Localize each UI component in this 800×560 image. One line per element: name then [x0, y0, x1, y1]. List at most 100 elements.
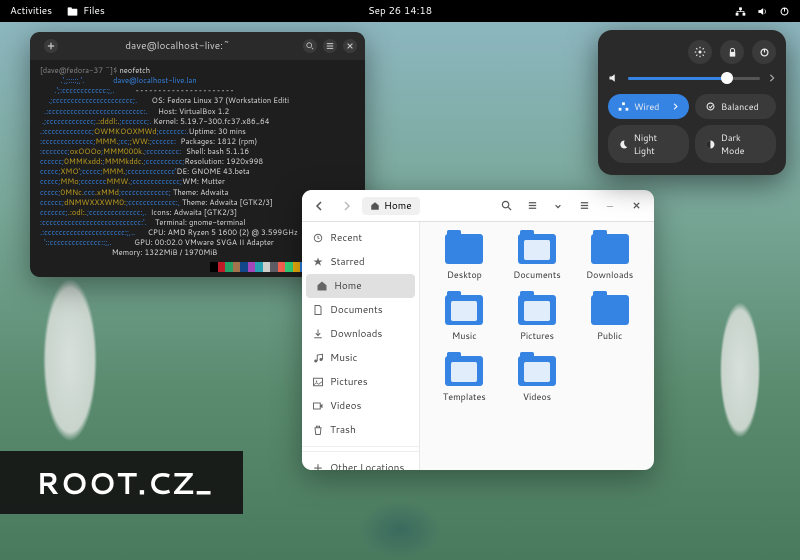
terminal-title: dave@localhost-live:~	[58, 39, 297, 53]
folder-videos[interactable]: Videos	[505, 356, 570, 403]
sidebar-item-pictures[interactable]: Pictures	[302, 370, 419, 394]
balanced-icon	[705, 101, 716, 112]
moon-icon	[618, 139, 629, 150]
folder-icon	[445, 356, 483, 386]
sidebar-item-label: Documents	[330, 303, 383, 317]
quick-settings-panel: Wired Balanced Night Light Dark Mode	[598, 30, 786, 175]
folder-icon	[591, 295, 629, 325]
pic-icon	[312, 376, 324, 388]
files-window[interactable]: Home – Recent Starred Home Documents Downloa…	[302, 190, 654, 470]
files-content[interactable]: Desktop Documents Downloads Music Pictures Pu…	[420, 190, 654, 470]
home-icon	[316, 280, 328, 292]
folder-label: Desktop	[447, 268, 482, 281]
network-icon	[618, 101, 629, 112]
files-headerbar: Home –	[302, 190, 654, 222]
folder-label: Pictures	[520, 329, 554, 342]
volume-icon	[608, 72, 620, 84]
sidebar-item-label: Starred	[330, 255, 365, 269]
folder-label: Downloads	[586, 268, 633, 281]
clock[interactable]: Sep 26 14:18	[368, 4, 432, 18]
folder-icon	[445, 234, 483, 264]
chevron-right-icon[interactable]	[768, 73, 776, 83]
search-button[interactable]	[303, 39, 317, 53]
back-button[interactable]	[310, 196, 330, 216]
sidebar-item-other-locations[interactable]: Other Locations	[302, 456, 419, 470]
folder-documents[interactable]: Documents	[505, 234, 570, 281]
star-icon	[312, 256, 324, 268]
sidebar-item-home[interactable]: Home	[306, 274, 415, 298]
chevron-right-icon	[672, 102, 679, 111]
folder-icon	[518, 234, 556, 264]
path-label: Home	[384, 199, 412, 213]
folder-label: Documents	[513, 268, 560, 281]
sidebar-item-downloads[interactable]: Downloads	[302, 322, 419, 346]
plus-icon	[312, 462, 324, 470]
night-light-toggle[interactable]: Night Light	[608, 125, 689, 163]
sidebar-item-videos[interactable]: Videos	[302, 394, 419, 418]
dark-mode-toggle[interactable]: Dark Mode	[695, 125, 776, 163]
folder-icon	[591, 234, 629, 264]
path-bar[interactable]: Home	[362, 197, 420, 215]
folder-icon	[518, 295, 556, 325]
recent-icon	[312, 232, 324, 244]
list-view-button[interactable]	[522, 196, 542, 216]
network-tray-icon[interactable]	[734, 5, 746, 17]
sidebar-item-label: Home	[334, 279, 362, 293]
down-icon	[312, 328, 324, 340]
folder-label: Videos	[523, 390, 551, 403]
menu-button[interactable]	[574, 196, 594, 216]
power-mode-toggle[interactable]: Balanced	[695, 94, 776, 119]
sidebar-item-label: Recent	[330, 231, 362, 245]
sidebar-item-label: Music	[330, 351, 357, 365]
folder-pictures[interactable]: Pictures	[505, 295, 570, 342]
sidebar-item-music[interactable]: Music	[302, 346, 419, 370]
volume-tray-icon[interactable]	[756, 5, 768, 17]
settings-button[interactable]	[688, 40, 712, 64]
folder-desktop[interactable]: Desktop	[432, 234, 497, 281]
close-button[interactable]	[626, 196, 646, 216]
top-panel: Activities Files Sep 26 14:18	[0, 0, 800, 22]
sidebar-item-trash[interactable]: Trash	[302, 418, 419, 442]
sidebar-item-starred[interactable]: Starred	[302, 250, 419, 274]
sidebar-item-label: Videos	[330, 399, 361, 413]
app-menu[interactable]: Files	[66, 4, 105, 18]
folder-templates[interactable]: Templates	[432, 356, 497, 403]
home-icon	[370, 201, 380, 211]
forward-button[interactable]	[336, 196, 356, 216]
folder-label: Templates	[443, 390, 486, 403]
sidebar-item-recent[interactable]: Recent	[302, 226, 419, 250]
watermark-overlay: ROOT.CZ_	[0, 451, 243, 514]
sidebar-item-label: Other Locations	[330, 461, 404, 470]
dark-icon	[705, 139, 716, 150]
power-button[interactable]	[752, 40, 776, 64]
terminal-titlebar[interactable]: dave@localhost-live:~	[30, 32, 365, 60]
folder-icon	[518, 356, 556, 386]
folder-music[interactable]: Music	[432, 295, 497, 342]
folder-label: Music	[452, 329, 477, 342]
power-tray-icon[interactable]	[778, 5, 790, 17]
files-sidebar: Recent Starred Home Documents Downloads Music…	[302, 190, 420, 470]
volume-slider[interactable]	[608, 72, 776, 84]
sidebar-item-documents[interactable]: Documents	[302, 298, 419, 322]
close-button[interactable]	[343, 39, 357, 53]
new-tab-button[interactable]	[44, 39, 58, 53]
view-options-button[interactable]	[548, 196, 568, 216]
files-icon	[66, 5, 78, 17]
vid-icon	[312, 400, 324, 412]
folder-label: Public	[597, 329, 622, 342]
folder-public[interactable]: Public	[577, 295, 642, 342]
sidebar-item-label: Downloads	[330, 327, 382, 341]
search-button[interactable]	[496, 196, 516, 216]
trash-icon	[312, 424, 324, 436]
doc-icon	[312, 304, 324, 316]
sidebar-item-label: Trash	[330, 423, 356, 437]
minimize-button[interactable]: –	[600, 196, 620, 216]
folder-icon	[445, 295, 483, 325]
music-icon	[312, 352, 324, 364]
lock-button[interactable]	[720, 40, 744, 64]
menu-button[interactable]	[323, 39, 337, 53]
sidebar-item-label: Pictures	[330, 375, 368, 389]
folder-downloads[interactable]: Downloads	[577, 234, 642, 281]
activities-button[interactable]: Activities	[10, 4, 52, 18]
wired-toggle[interactable]: Wired	[608, 94, 689, 119]
